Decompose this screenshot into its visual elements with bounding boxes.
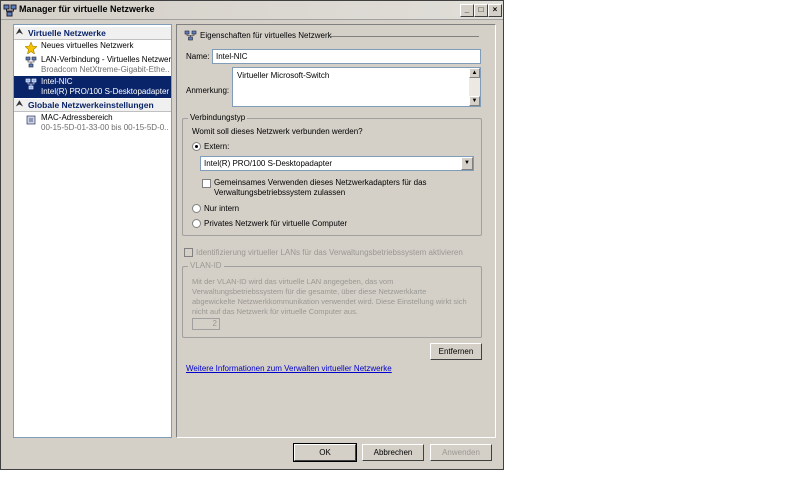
note-label: Anmerkung: (186, 86, 230, 95)
vlan-desc-line: Mit der VLAN-ID wird das virtuelle LAN a… (192, 277, 394, 286)
connection-question: Womit soll dieses Netzwerk verbunden wer… (192, 127, 363, 136)
tree-item-label: LAN-Verbindung - Virtuelles Netzwerk (41, 55, 172, 64)
minimize-icon: _ (464, 5, 470, 14)
vlan-checkbox-label[interactable]: Identifizierung virtueller LANs für das … (196, 248, 463, 257)
tree-item-label: Intel-NIC (41, 77, 73, 86)
tree-item-lan-connection[interactable]: LAN-Verbindung - Virtuelles Netzwerk Bro… (14, 54, 171, 76)
window-title: Manager für virtuelle Netzwerke (19, 4, 155, 14)
private-radio[interactable] (192, 219, 201, 228)
title-bar[interactable]: Manager für virtuelle Netzwerke _ □ × (1, 1, 503, 20)
network-adapter-icon (25, 56, 37, 68)
adapter-select[interactable]: Intel(R) PRO/100 S-Desktopadapter ▼ (200, 156, 474, 171)
more-info-link[interactable]: Weitere Informationen zum Verwalten virt… (186, 364, 392, 373)
network-tree[interactable]: ⮝ Virtuelle Netzwerke Neues virtuelles N… (13, 24, 172, 438)
tree-section-virtual-networks[interactable]: ⮝ Virtuelle Netzwerke (14, 27, 171, 40)
note-textarea[interactable]: Virtueller Microsoft-Switch ▲ ▼ (232, 67, 481, 107)
remove-button[interactable]: Entfernen (430, 343, 482, 360)
close-icon: × (492, 5, 498, 14)
tree-section-label: Virtuelle Netzwerke (28, 28, 106, 38)
scroll-down-button[interactable]: ▼ (469, 96, 480, 106)
share-adapter-label-line1[interactable]: Gemeinsames Verwenden dieses Netzwerkada… (214, 178, 427, 187)
vlan-desc-line: abgewickelte Netzwerkkommunikation verwe… (192, 297, 467, 306)
tree-item-label: MAC-Adressbereich (41, 113, 113, 122)
collapse-chevron-icon[interactable]: ⮝ (16, 27, 23, 37)
vlan-id-title: VLAN-ID (188, 261, 224, 270)
arrow-down-icon: ▼ (471, 98, 478, 104)
tree-item-sublabel: 00-15-5D-01-33-00 bis 00-15-5D-0... (41, 123, 169, 132)
vlan-desc-line: nicht auf das Netzwerk für virtuelle Com… (192, 307, 358, 316)
maximize-button[interactable]: □ (474, 4, 488, 17)
scroll-up-button[interactable]: ▲ (469, 68, 480, 78)
tree-item-label: Neues virtuelles Netzwerk (41, 41, 134, 50)
arrow-up-icon: ▲ (471, 70, 478, 76)
maximize-icon: □ (478, 5, 484, 14)
tree-section-label: Globale Netzwerkeinstellungen (28, 100, 154, 110)
share-adapter-label-line2[interactable]: Verwaltungsbetriebssystem zulassen (214, 188, 345, 197)
minimize-button[interactable]: _ (460, 4, 474, 17)
cancel-button[interactable]: Abbrechen (362, 444, 424, 461)
mac-address-icon (26, 115, 36, 125)
apply-button[interactable]: Anwenden (430, 444, 492, 461)
extern-radio[interactable] (192, 142, 201, 151)
network-manager-icon (3, 4, 17, 17)
tree-item-sublabel: Intel(R) PRO/100 S-Desktopadapter (41, 87, 169, 96)
new-network-star-icon (25, 42, 37, 54)
vlan-id-input[interactable]: 2 (192, 318, 220, 330)
internal-label[interactable]: Nur intern (204, 204, 239, 213)
connection-type-title: Verbindungstyp (188, 113, 248, 122)
tree-item-sublabel: Broadcom NetXtreme-Gigabit-Ethe... (41, 65, 169, 74)
note-text: Virtueller Microsoft-Switch (237, 71, 330, 80)
tree-section-global-settings[interactable]: ⮝ Globale Netzwerkeinstellungen (14, 99, 171, 112)
tree-item-mac-range[interactable]: MAC-Adressbereich 00-15-5D-01-33-00 bis … (14, 112, 171, 134)
section-divider (331, 36, 479, 37)
share-adapter-checkbox[interactable] (202, 179, 211, 188)
chevron-down-icon: ▼ (464, 160, 470, 166)
ok-button[interactable]: OK (293, 443, 357, 462)
network-properties-icon (184, 30, 197, 41)
close-button[interactable]: × (488, 4, 502, 17)
note-scrollbar[interactable]: ▲ ▼ (469, 68, 480, 106)
name-label: Name: (186, 52, 210, 61)
vlan-description: Mit der VLAN-ID wird das virtuelle LAN a… (192, 277, 477, 317)
adapter-selected-value: Intel(R) PRO/100 S-Desktopadapter (204, 159, 333, 168)
extern-label[interactable]: Extern: (204, 142, 229, 151)
section-title: Eigenschaften für virtuelles Netzwerk (200, 31, 332, 40)
dropdown-button[interactable]: ▼ (461, 157, 473, 170)
vlan-checkbox[interactable] (184, 248, 193, 257)
tree-item-intel-nic[interactable]: Intel-NIC Intel(R) PRO/100 S-Desktopadap… (14, 76, 171, 98)
vlan-desc-line: Verwaltungsbetriebssystem für die gesamt… (192, 287, 427, 296)
name-input[interactable]: Intel-NIC (212, 49, 481, 64)
collapse-chevron-icon[interactable]: ⮝ (16, 99, 23, 109)
private-label[interactable]: Privates Netzwerk für virtuelle Computer (204, 219, 347, 228)
network-adapter-icon (25, 78, 37, 90)
internal-radio[interactable] (192, 204, 201, 213)
